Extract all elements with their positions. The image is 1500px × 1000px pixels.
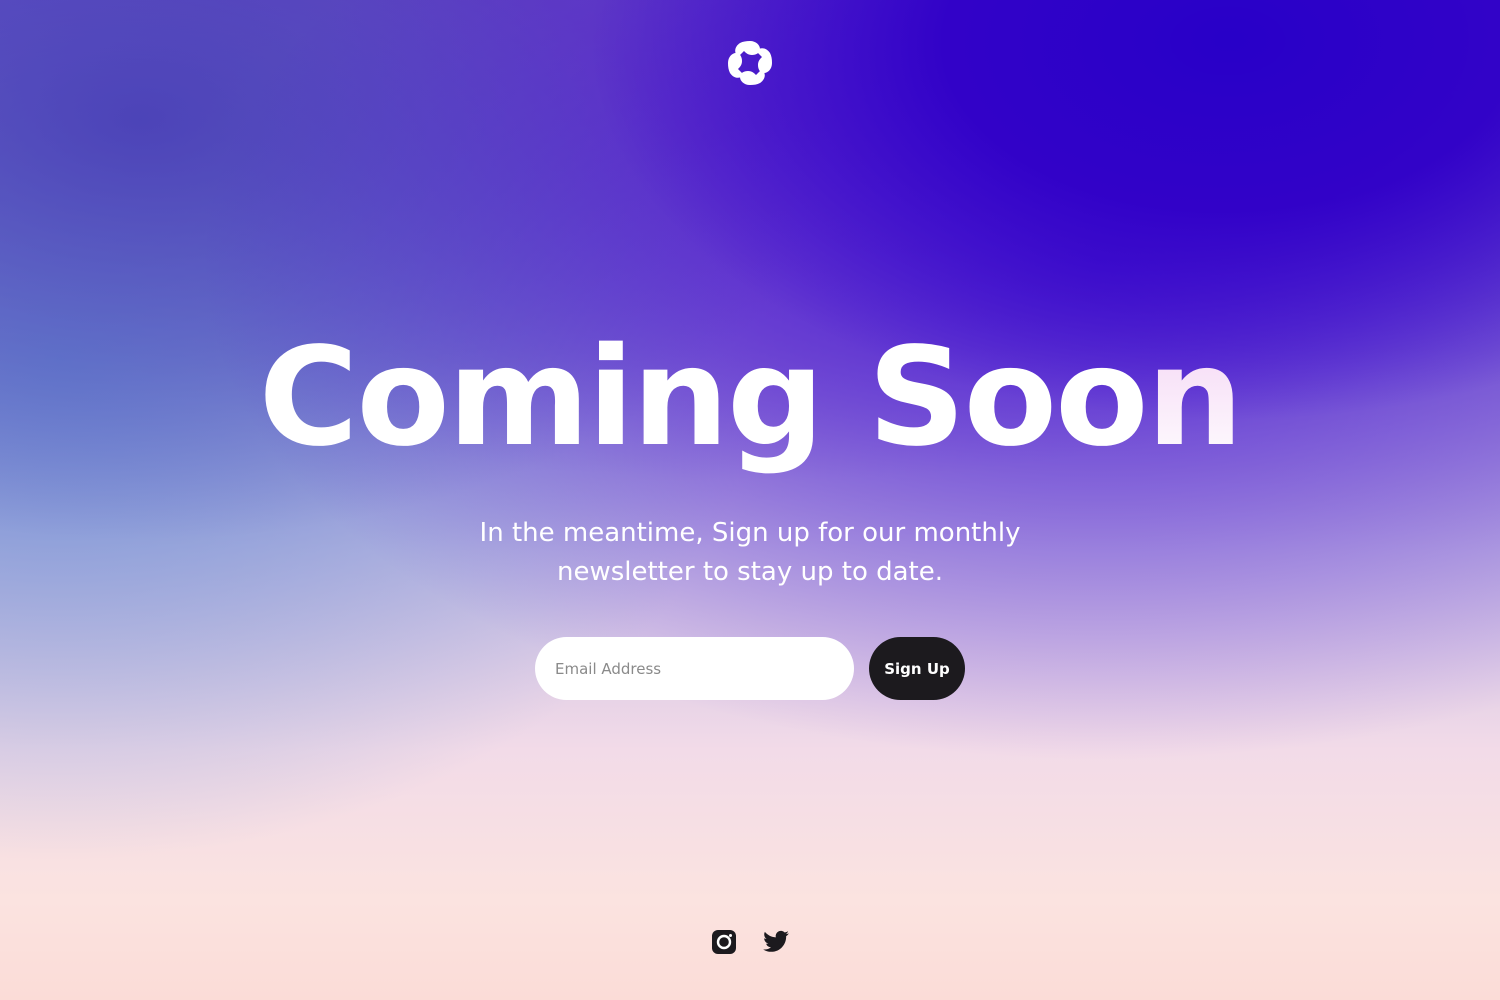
sign-up-button[interactable]: Sign Up	[869, 637, 965, 700]
newsletter-description: In the meantime, Sign up for our monthly…	[479, 518, 1021, 587]
newsletter-signup-form: Sign Up	[535, 637, 965, 700]
page-title-main: Coming Soo	[258, 319, 1149, 477]
twitter-icon[interactable]	[762, 928, 790, 956]
social-links	[700, 928, 800, 958]
instagram-icon[interactable]	[710, 928, 738, 956]
email-input[interactable]	[535, 637, 854, 700]
page-title-accent: n	[1146, 319, 1244, 477]
page-title: Coming Soon	[0, 318, 1500, 478]
brand-logo-icon	[726, 39, 774, 87]
